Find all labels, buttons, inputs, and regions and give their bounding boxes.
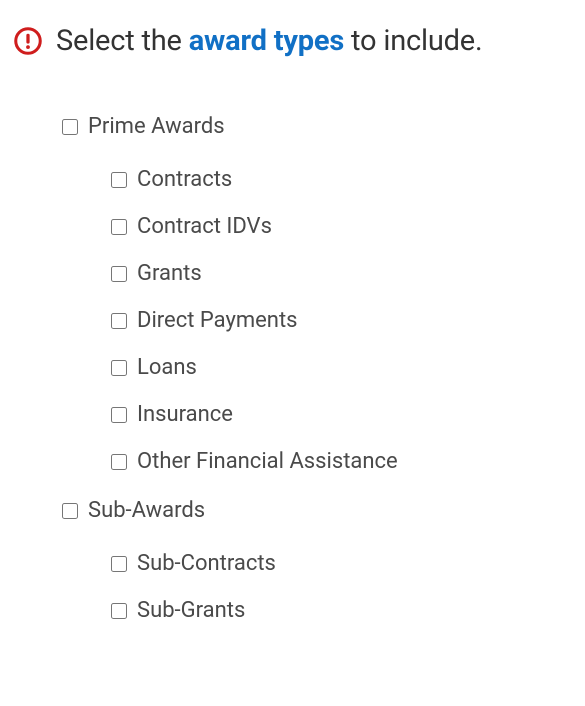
alert-icon (14, 27, 42, 55)
group-sub-awards: Sub-Awards Sub-Contracts Sub-Grants (62, 498, 585, 623)
option-sub-grants[interactable]: Sub-Grants (111, 598, 585, 623)
header-suffix: to include. (344, 24, 482, 58)
checkbox-sub-awards[interactable] (62, 503, 78, 519)
label-contract-idvs[interactable]: Contract IDVs (137, 214, 272, 239)
award-type-options: Prime Awards Contracts Contract IDVs Gra… (0, 58, 585, 623)
option-insurance[interactable]: Insurance (111, 402, 585, 427)
checkbox-sub-contracts[interactable] (111, 556, 127, 572)
prime-awards-children: Contracts Contract IDVs Grants Direct Pa… (62, 167, 585, 474)
option-grants[interactable]: Grants (111, 261, 585, 286)
checkbox-loans[interactable] (111, 360, 127, 376)
checkbox-insurance[interactable] (111, 407, 127, 423)
header-prefix: Select the (56, 24, 189, 58)
header-highlight: award types (189, 24, 344, 58)
label-insurance[interactable]: Insurance (137, 402, 233, 427)
option-contracts[interactable]: Contracts (111, 167, 585, 192)
label-loans[interactable]: Loans (137, 355, 197, 380)
label-contracts[interactable]: Contracts (137, 167, 232, 192)
sub-awards-children: Sub-Contracts Sub-Grants (62, 551, 585, 623)
label-sub-contracts[interactable]: Sub-Contracts (137, 551, 276, 576)
option-contract-idvs[interactable]: Contract IDVs (111, 214, 585, 239)
option-loans[interactable]: Loans (111, 355, 585, 380)
label-grants[interactable]: Grants (137, 261, 202, 286)
checkbox-prime-awards[interactable] (62, 119, 78, 135)
group-prime-awards: Prime Awards Contracts Contract IDVs Gra… (62, 114, 585, 474)
label-sub-awards[interactable]: Sub-Awards (88, 498, 205, 523)
option-prime-awards[interactable]: Prime Awards (62, 114, 585, 139)
header: Select the award types to include. (0, 0, 585, 58)
checkbox-contract-idvs[interactable] (111, 219, 127, 235)
checkbox-other-financial-assistance[interactable] (111, 454, 127, 470)
option-sub-awards[interactable]: Sub-Awards (62, 498, 585, 523)
option-sub-contracts[interactable]: Sub-Contracts (111, 551, 585, 576)
label-direct-payments[interactable]: Direct Payments (137, 308, 298, 333)
label-sub-grants[interactable]: Sub-Grants (137, 598, 245, 623)
label-prime-awards[interactable]: Prime Awards (88, 114, 225, 139)
header-text: Select the award types to include. (56, 24, 482, 58)
checkbox-grants[interactable] (111, 266, 127, 282)
checkbox-sub-grants[interactable] (111, 603, 127, 619)
checkbox-contracts[interactable] (111, 172, 127, 188)
label-other-financial-assistance[interactable]: Other Financial Assistance (137, 449, 398, 474)
checkbox-direct-payments[interactable] (111, 313, 127, 329)
option-direct-payments[interactable]: Direct Payments (111, 308, 585, 333)
option-other-financial-assistance[interactable]: Other Financial Assistance (111, 449, 585, 474)
